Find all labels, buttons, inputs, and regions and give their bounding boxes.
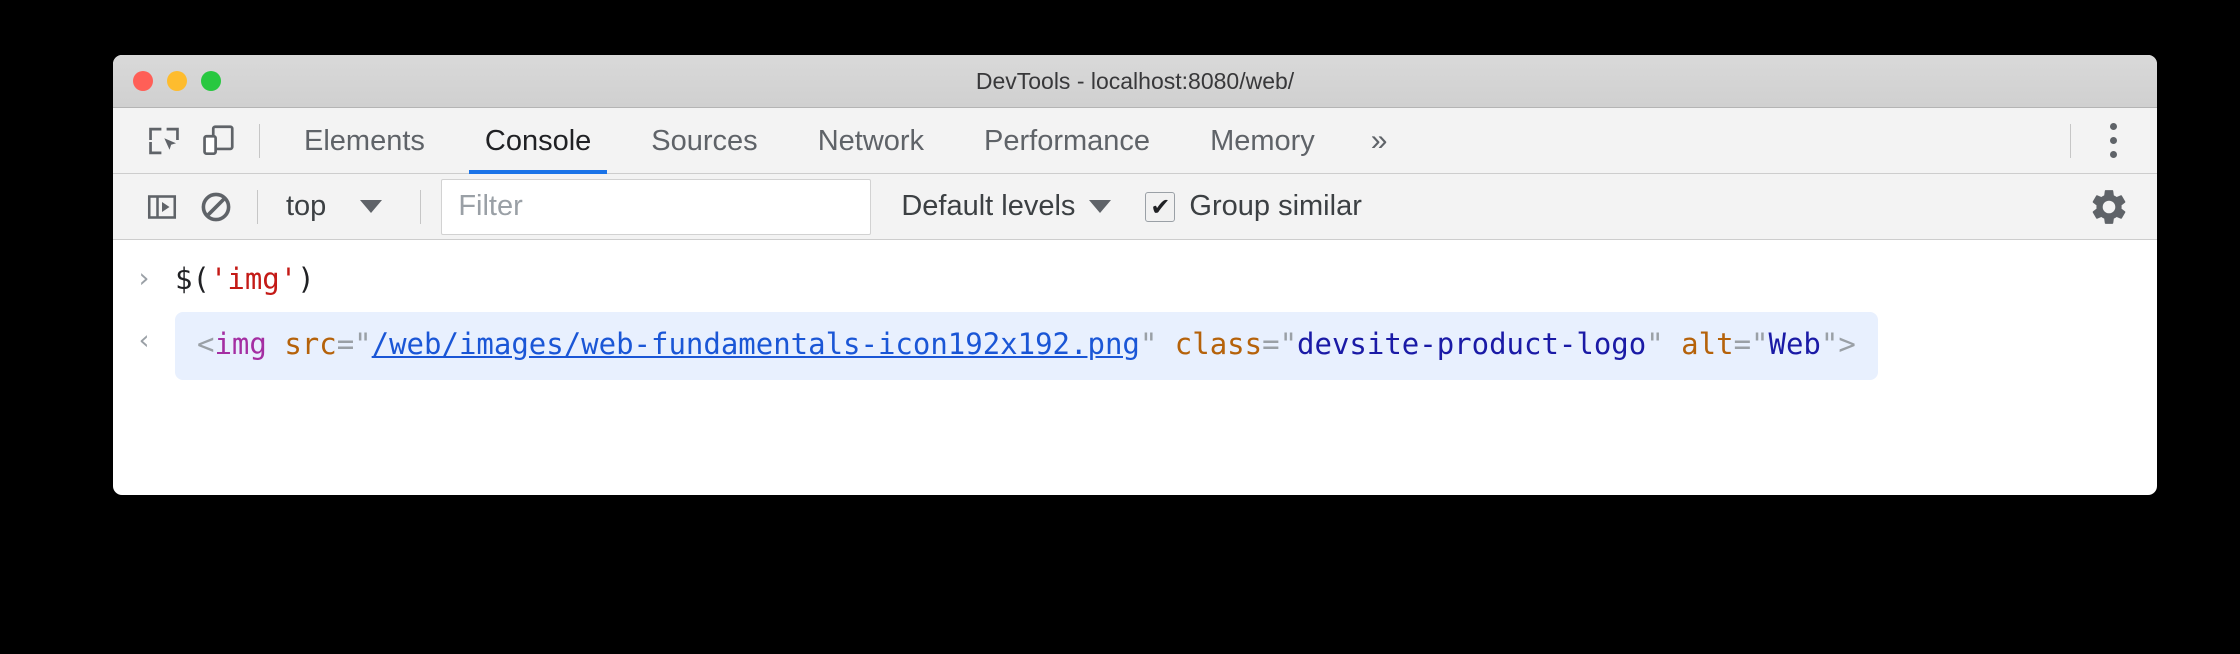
console-prompt-icon: › bbox=[138, 263, 150, 294]
console-filter-divider bbox=[420, 189, 422, 224]
screenshot-root: DevTools - localhost:8080/web/ Elements … bbox=[0, 0, 2240, 654]
token-quote: " bbox=[1139, 327, 1158, 361]
resource-link[interactable]: /web/images/web-fundamentals-icon192x192… bbox=[372, 327, 1140, 361]
console-filter-input[interactable]: Filter bbox=[441, 178, 872, 235]
console-filter-placeholder: Filter bbox=[458, 190, 523, 222]
token-string: 'img' bbox=[209, 262, 298, 296]
console-toolbar: top Filter Default levels ✔ Group simila… bbox=[113, 174, 2157, 240]
check-icon: ✔ bbox=[1150, 192, 1171, 221]
tab-console[interactable]: Console bbox=[455, 108, 621, 174]
token-plain: $( bbox=[175, 262, 210, 296]
console-result-arrow-icon: ‹ bbox=[138, 325, 150, 356]
console-result-line: ‹ <img src="/web/images/web-fundamentals… bbox=[113, 306, 2157, 380]
tabbar-actions-divider bbox=[2070, 123, 2071, 158]
tabbar-divider bbox=[259, 123, 260, 158]
group-similar-toggle[interactable]: ✔ Group similar bbox=[1145, 190, 1362, 223]
tab-sources[interactable]: Sources bbox=[621, 108, 787, 174]
execution-context-selector[interactable]: top bbox=[272, 190, 336, 223]
device-toolbar-icon[interactable] bbox=[191, 114, 245, 168]
token-eq: =" bbox=[1733, 327, 1769, 361]
gear-icon bbox=[2092, 189, 2126, 224]
clear-console-icon[interactable] bbox=[189, 180, 243, 234]
devtools-window: DevTools - localhost:8080/web/ Elements … bbox=[113, 55, 2157, 495]
token-quote: " bbox=[1820, 327, 1839, 361]
devtools-tabbar: Elements Console Sources Network Perform… bbox=[113, 108, 2157, 174]
chevron-down-icon bbox=[1089, 200, 1112, 213]
token-attr-alt-value: Web bbox=[1768, 327, 1821, 361]
group-similar-checkbox[interactable]: ✔ bbox=[1145, 191, 1176, 222]
window-title: DevTools - localhost:8080/web/ bbox=[975, 68, 1295, 94]
tab-performance[interactable]: Performance bbox=[954, 108, 1180, 174]
window-titlebar: DevTools - localhost:8080/web/ bbox=[113, 55, 2157, 108]
token-attr-class-value: devsite-product-logo bbox=[1297, 327, 1647, 361]
inspect-element-icon[interactable] bbox=[137, 114, 191, 168]
more-tabs-chevron-icon[interactable]: » bbox=[1345, 108, 1414, 174]
token-attr-class: class bbox=[1174, 327, 1263, 361]
chevron-down-icon bbox=[360, 200, 383, 213]
token-tag-name: img bbox=[214, 327, 267, 361]
tab-elements[interactable]: Elements bbox=[274, 108, 455, 174]
log-levels-dropdown[interactable]: Default levels bbox=[901, 190, 1112, 223]
console-settings-button[interactable] bbox=[2069, 186, 2157, 228]
token-attr-src: src bbox=[284, 327, 337, 361]
group-similar-label: Group similar bbox=[1189, 190, 1362, 222]
console-result-value[interactable]: <img src="/web/images/web-fundamentals-i… bbox=[175, 312, 1878, 380]
main-menu-kebab-icon[interactable] bbox=[2085, 113, 2141, 169]
token-eq: =" bbox=[336, 327, 372, 361]
console-messages[interactable]: › $('img') ‹ <img src="/web/images/web-f… bbox=[113, 240, 2157, 430]
token-punct: > bbox=[1838, 327, 1856, 361]
token-plain: ) bbox=[297, 262, 315, 296]
token-attr-alt: alt bbox=[1681, 327, 1734, 361]
console-input-expression[interactable]: $('img') bbox=[175, 252, 315, 306]
tabbar-actions bbox=[2056, 113, 2157, 169]
log-levels-label: Default levels bbox=[901, 190, 1076, 222]
tab-network[interactable]: Network bbox=[788, 108, 954, 174]
console-toolbar-divider bbox=[257, 189, 258, 224]
console-sidebar-icon[interactable] bbox=[135, 180, 189, 234]
token-punct: < bbox=[197, 327, 215, 361]
tab-memory[interactable]: Memory bbox=[1180, 108, 1345, 174]
console-input-line[interactable]: › $('img') bbox=[113, 244, 2157, 306]
panel-tabs: Elements Console Sources Network Perform… bbox=[274, 108, 1413, 174]
token-eq: =" bbox=[1262, 327, 1298, 361]
token-quote: " bbox=[1646, 327, 1664, 361]
execution-context-dropdown[interactable] bbox=[336, 200, 406, 213]
